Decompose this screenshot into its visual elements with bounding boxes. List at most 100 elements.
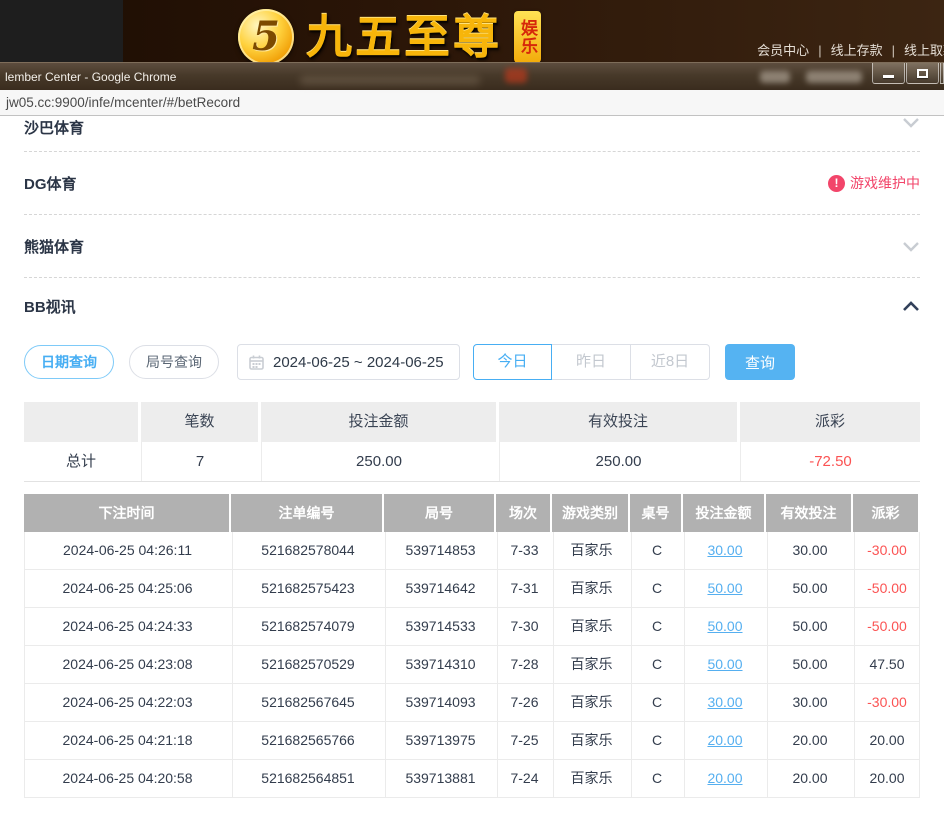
records-body: 2024-06-25 04:26:11521682578044539714853… — [24, 532, 920, 798]
table-cell: 30.00 — [767, 532, 852, 569]
blurred-account-label — [760, 71, 790, 83]
records-header-cell: 注单编号 — [231, 494, 382, 532]
table-cell: -30.00 — [854, 684, 919, 721]
table-cell: 7-26 — [497, 684, 551, 721]
bet-amount-link[interactable]: 20.00 — [684, 760, 765, 797]
summary-valid-bet: 250.00 — [499, 442, 737, 481]
calendar-icon — [249, 355, 264, 370]
table-cell: 539714093 — [385, 684, 495, 721]
alert-icon: ! — [828, 175, 845, 192]
maximize-button[interactable] — [906, 63, 939, 84]
table-cell: C — [631, 760, 682, 797]
table-cell: -50.00 — [854, 570, 919, 607]
table-row: 2024-06-25 04:26:11521682578044539714853… — [25, 532, 919, 570]
section-panda-sports[interactable]: 熊猫体育 — [24, 215, 920, 278]
summary-header-row: 笔数 投注金额 有效投注 派彩 — [24, 402, 920, 442]
table-cell: 521682564851 — [232, 760, 383, 797]
records-header-cell: 桌号 — [630, 494, 681, 532]
summary-count: 7 — [141, 442, 258, 481]
records-header-row: 下注时间 注单编号 局号 场次 游戏类别 桌号 投注金额 有效投注 派彩 — [24, 494, 920, 532]
quick-today-button[interactable]: 今日 — [473, 344, 552, 380]
search-button[interactable]: 查询 — [725, 344, 795, 380]
table-cell: 521682574079 — [232, 608, 383, 645]
date-range-input[interactable]: 2024-06-25 ~ 2024-06-25 — [237, 344, 460, 380]
bet-amount-link[interactable]: 30.00 — [684, 532, 765, 569]
quick-range-group: 今日 昨日 近8日 — [473, 344, 710, 380]
blurred-account-value — [806, 71, 862, 83]
table-row: 2024-06-25 04:24:33521682574079539714533… — [25, 608, 919, 646]
table-cell: 百家乐 — [553, 646, 629, 683]
table-cell: 7-31 — [497, 570, 551, 607]
bet-record-page: 沙巴体育 DG体育 ! 游戏维护中 熊猫体育 BB视讯 日期查询 局号查询 20… — [0, 116, 944, 798]
nav-member-center[interactable]: 会员中心 — [757, 43, 809, 58]
tab-date-query[interactable]: 日期查询 — [24, 345, 114, 379]
records-table: 下注时间 注单编号 局号 场次 游戏类别 桌号 投注金额 有效投注 派彩 202… — [24, 494, 920, 798]
chevron-down-icon — [902, 117, 920, 128]
summary-header-cell: 派彩 — [740, 402, 920, 442]
table-row: 2024-06-25 04:20:58521682564851539713881… — [25, 760, 919, 797]
records-header-cell: 投注金额 — [683, 494, 764, 532]
bet-amount-link[interactable]: 30.00 — [684, 684, 765, 721]
address-bar[interactable]: jw05.cc:9900/infe/mcenter/#/betRecord — [0, 90, 944, 116]
maintenance-badge: ! 游戏维护中 — [828, 173, 920, 193]
minimize-icon — [883, 75, 894, 78]
bet-amount-link[interactable]: 50.00 — [684, 646, 765, 683]
table-cell: C — [631, 532, 682, 569]
window-title: lember Center - Google Chrome — [5, 70, 176, 84]
window-titlebar: lember Center - Google Chrome — [0, 62, 944, 90]
table-cell: 20.00 — [767, 722, 852, 759]
table-cell: 2024-06-25 04:23:08 — [25, 646, 230, 683]
coin-number: 5 — [252, 17, 280, 57]
records-header-cell: 游戏类别 — [552, 494, 628, 532]
table-cell: 521682565766 — [232, 722, 383, 759]
table-cell: C — [631, 646, 682, 683]
section-title: 沙巴体育 — [24, 117, 84, 138]
table-cell: C — [631, 684, 682, 721]
site-title: 九五至尊 — [306, 9, 502, 65]
maximize-icon — [917, 69, 928, 78]
table-cell: 30.00 — [767, 684, 852, 721]
table-cell: 百家乐 — [553, 570, 629, 607]
bet-amount-link[interactable]: 50.00 — [684, 570, 765, 607]
table-cell: 521682567645 — [232, 684, 383, 721]
table-cell: 539714533 — [385, 608, 495, 645]
background-window-corner — [0, 0, 123, 62]
quick-yesterday-button[interactable]: 昨日 — [552, 344, 631, 380]
table-cell: 7-33 — [497, 532, 551, 569]
table-cell: 2024-06-25 04:25:06 — [25, 570, 230, 607]
table-cell: 7-28 — [497, 646, 551, 683]
table-row: 2024-06-25 04:21:18521682565766539713975… — [25, 722, 919, 760]
table-cell: C — [631, 570, 682, 607]
table-cell: 7-30 — [497, 608, 551, 645]
table-cell: 7-25 — [497, 722, 551, 759]
bet-amount-link[interactable]: 20.00 — [684, 722, 765, 759]
table-cell: 20.00 — [767, 760, 852, 797]
nav-deposit[interactable]: 线上存款 — [831, 43, 883, 58]
summary-header-cell — [24, 402, 138, 442]
table-cell: 2024-06-25 04:20:58 — [25, 760, 230, 797]
summary-header-cell: 有效投注 — [499, 402, 737, 442]
table-cell: 521682578044 — [232, 532, 383, 569]
quick-8days-button[interactable]: 近8日 — [631, 344, 710, 380]
section-dg-sports[interactable]: DG体育 ! 游戏维护中 — [24, 152, 920, 215]
table-cell: 50.00 — [767, 570, 852, 607]
close-button-partial[interactable] — [940, 63, 944, 84]
table-cell: 百家乐 — [553, 684, 629, 721]
section-title: BB视讯 — [24, 296, 76, 317]
maintenance-text: 游戏维护中 — [850, 173, 920, 193]
table-cell: 2024-06-25 04:22:03 — [25, 684, 230, 721]
table-cell: 521682570529 — [232, 646, 383, 683]
table-cell: 539714642 — [385, 570, 495, 607]
table-cell: -30.00 — [854, 532, 919, 569]
nav-withdraw[interactable]: 线上取款 — [904, 43, 944, 58]
bet-amount-link[interactable]: 50.00 — [684, 608, 765, 645]
section-bb-live[interactable]: BB视讯 — [24, 278, 920, 335]
section-saba-sports[interactable]: 沙巴体育 — [24, 116, 920, 152]
table-cell: C — [631, 608, 682, 645]
table-cell: 521682575423 — [232, 570, 383, 607]
tab-round-query[interactable]: 局号查询 — [129, 345, 219, 379]
summary-header-cell: 笔数 — [141, 402, 258, 442]
minimize-button[interactable] — [872, 63, 905, 84]
table-cell: 539713975 — [385, 722, 495, 759]
chevron-down-icon — [902, 241, 920, 252]
